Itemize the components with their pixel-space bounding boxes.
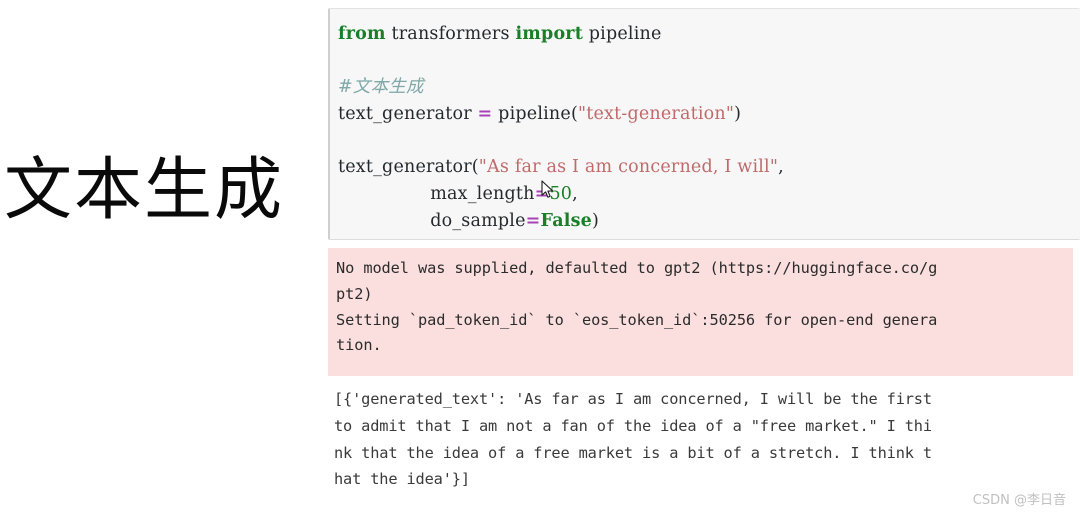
code-token-plain: transformers bbox=[385, 24, 516, 44]
result-line: nk that the idea of a free market is a b… bbox=[334, 443, 932, 462]
code-token-plain: ) bbox=[734, 104, 742, 125]
page-title: 文本生成 bbox=[4, 151, 285, 230]
result-line: to admit that I am not a fan of the idea… bbox=[334, 416, 932, 435]
code-token-plain: text_generator bbox=[338, 104, 478, 125]
code-token-plain: , bbox=[572, 184, 578, 205]
code-token-number: 50 bbox=[549, 184, 573, 205]
code-token-plain: pipeline bbox=[583, 24, 662, 44]
code-token-plain: ) bbox=[591, 210, 600, 231]
warning-line: Setting `pad_token_id` to `eos_token_id`… bbox=[336, 310, 938, 329]
code-token-operator: = bbox=[477, 104, 493, 125]
code-line: text_generator("As far as I am concerned… bbox=[338, 154, 1080, 181]
code-token-string: "As far as I am concerned, I will" bbox=[478, 157, 779, 178]
code-token-string: "text-generation" bbox=[577, 104, 735, 125]
code-line: do_sample=False) bbox=[338, 208, 1080, 235]
code-line: #文本生成 bbox=[338, 74, 1080, 101]
code-token-boolean: False bbox=[540, 210, 592, 231]
code-token-operator: = bbox=[525, 210, 541, 231]
code-token-plain: do_sample bbox=[338, 210, 526, 231]
notebook-column: from transformers import pipeline #文本生成 t… bbox=[328, 8, 1080, 508]
warning-line: pt2) bbox=[336, 284, 373, 303]
result-output-text: [{'generated_text': 'As far as I am conc… bbox=[334, 386, 1080, 493]
code-line: max_length=50, bbox=[338, 181, 1080, 208]
code-token-plain: max_length bbox=[338, 184, 535, 205]
code-token-plain: , bbox=[778, 157, 784, 178]
code-token-plain: text_generator( bbox=[338, 157, 479, 178]
code-cell-source[interactable]: from transformers import pipeline #文本生成 t… bbox=[338, 21, 1080, 235]
code-line: text_generator = pipeline("text-generati… bbox=[338, 101, 1080, 128]
result-line: hat the idea'}] bbox=[334, 470, 470, 489]
warning-output-text: No model was supplied, defaulted to gpt2… bbox=[336, 256, 1071, 359]
code-token-comment: #文本生成 bbox=[338, 77, 424, 98]
code-token-plain: pipeline( bbox=[492, 104, 578, 125]
code-token-operator: = bbox=[534, 184, 550, 205]
warning-line: No model was supplied, defaulted to gpt2… bbox=[336, 259, 938, 277]
code-line: from transformers import pipeline bbox=[338, 21, 1080, 48]
warning-output-box: No model was supplied, defaulted to gpt2… bbox=[328, 248, 1073, 376]
warning-line: tion. bbox=[336, 336, 382, 355]
code-token-keyword: from bbox=[338, 24, 386, 44]
watermark: CSDN @李日音 bbox=[972, 493, 1066, 508]
code-cell[interactable]: from transformers import pipeline #文本生成 t… bbox=[328, 8, 1080, 240]
code-token-keyword: import bbox=[515, 24, 584, 44]
result-line: [{'generated_text': 'As far as I am conc… bbox=[334, 390, 932, 408]
